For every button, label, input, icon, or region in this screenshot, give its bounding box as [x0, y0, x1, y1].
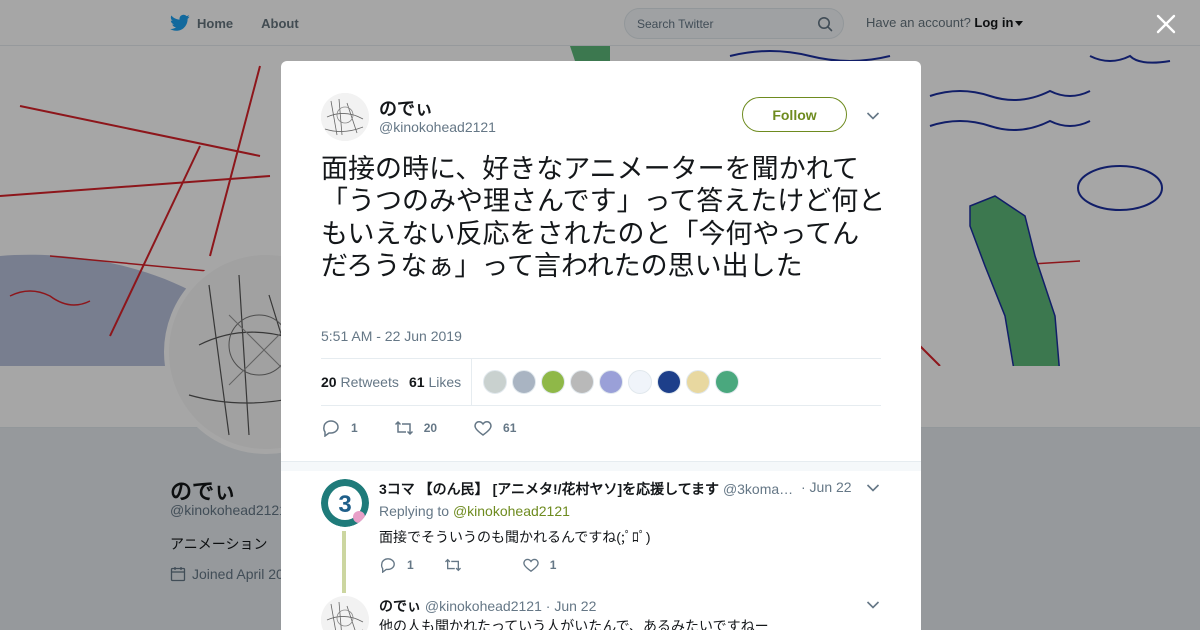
- likes-stat[interactable]: 61 Likes: [409, 374, 461, 390]
- retweets-stat[interactable]: 20 Retweets: [321, 374, 399, 390]
- reply-author-avatar[interactable]: [321, 596, 369, 630]
- tweet-timestamp[interactable]: 5:51 AM - 22 Jun 2019: [321, 328, 462, 344]
- reply-author-handle[interactable]: @kinokohead2121: [425, 598, 542, 614]
- stats-divider: [471, 359, 472, 405]
- heart-icon: [474, 421, 492, 436]
- liker-avatar[interactable]: [715, 370, 739, 394]
- retweet-icon: [444, 558, 461, 572]
- tweet-author-name[interactable]: のでぃ: [379, 95, 433, 121]
- liker-avatar[interactable]: [570, 370, 594, 394]
- avatar-sketch-illustration: [321, 93, 369, 141]
- reply-count: 1: [351, 421, 358, 435]
- reply-icon: [380, 558, 395, 573]
- chevron-down-icon[interactable]: [866, 600, 880, 610]
- tweet-modal: のでぃ @kinokohead2121 Follow 面接の時に、好きなアニメー…: [281, 61, 921, 630]
- replying-to-prefix: Replying to: [379, 503, 450, 519]
- chevron-down-icon[interactable]: [866, 483, 880, 493]
- like-action[interactable]: 61: [473, 419, 516, 437]
- thread-line: [342, 531, 346, 593]
- svg-text:3: 3: [338, 491, 351, 518]
- liker-avatar[interactable]: [686, 370, 710, 394]
- reply-text: 面接でそういうのも聞かれるんですね(;ﾟﾛﾟ): [379, 529, 651, 545]
- reply-count: 1: [407, 558, 414, 572]
- reply-action[interactable]: 1: [321, 419, 358, 437]
- tweet-actions: 1 20 61: [321, 419, 552, 437]
- close-icon[interactable]: [1156, 14, 1176, 34]
- liker-avatar[interactable]: [483, 370, 507, 394]
- replying-to-link[interactable]: @kinokohead2121: [453, 503, 570, 519]
- retweet-count: 20: [423, 421, 438, 435]
- reply-author-name[interactable]: 3コマ 【のん民】 [アニメタ!/花村ヤソ]を応援してます: [379, 481, 719, 497]
- retweet-action[interactable]: 20: [394, 419, 437, 437]
- reply-action[interactable]: 1: [379, 557, 414, 573]
- replying-to: Replying to @kinokohead2121: [379, 503, 570, 519]
- likes-label: Likes: [428, 374, 462, 390]
- reply-date[interactable]: · Jun 22: [546, 598, 597, 614]
- tweet-text: 面接の時に、好きなアニメーターを聞かれて「うつのみや理さんです」って答えたけど何…: [321, 154, 886, 282]
- like-count: 61: [503, 421, 517, 435]
- reply-author-handle[interactable]: @3koma…: [723, 481, 793, 497]
- liker-avatar[interactable]: [512, 370, 536, 394]
- reply-date[interactable]: · Jun 22: [801, 479, 852, 495]
- avatar-3koma-illustration: 3: [321, 479, 369, 527]
- liker-avatar[interactable]: [628, 370, 652, 394]
- reply-header: のでぃ @kinokohead2121 · Jun 22: [379, 596, 819, 616]
- reply-author-name[interactable]: のでぃ: [379, 598, 421, 614]
- liker-avatar[interactable]: [599, 370, 623, 394]
- reply-author-avatar[interactable]: 3: [321, 479, 369, 527]
- retweets-count: 20: [321, 374, 337, 390]
- reply-header: 3コマ 【のん民】 [アニメタ!/花村ヤソ]を応援してます @3koma…: [379, 479, 819, 499]
- chevron-down-icon[interactable]: [866, 111, 880, 121]
- retweet-action[interactable]: [444, 557, 492, 573]
- likes-count: 61: [409, 374, 425, 390]
- liker-avatar[interactable]: [541, 370, 565, 394]
- like-count: 1: [549, 558, 557, 572]
- reply-icon: [323, 420, 339, 437]
- tweet-author-avatar[interactable]: [321, 93, 369, 141]
- like-action[interactable]: 1: [522, 557, 557, 573]
- tweet-stats: 20 Retweets 61 Likes: [321, 358, 881, 406]
- reply-actions: 1 1: [379, 557, 586, 573]
- reply-text: 他の人も聞かれたっていう人がいたんで、あるみたいですねー: [379, 618, 769, 630]
- follow-button[interactable]: Follow: [742, 97, 847, 132]
- liker-avatars: [483, 370, 744, 394]
- replies-separator: [281, 461, 921, 471]
- retweets-label: Retweets: [340, 374, 399, 390]
- tweet-author-handle[interactable]: @kinokohead2121: [379, 119, 496, 135]
- avatar-sketch-illustration: [321, 596, 369, 630]
- retweet-icon: [394, 420, 413, 436]
- liker-avatar[interactable]: [657, 370, 681, 394]
- heart-icon: [522, 558, 539, 573]
